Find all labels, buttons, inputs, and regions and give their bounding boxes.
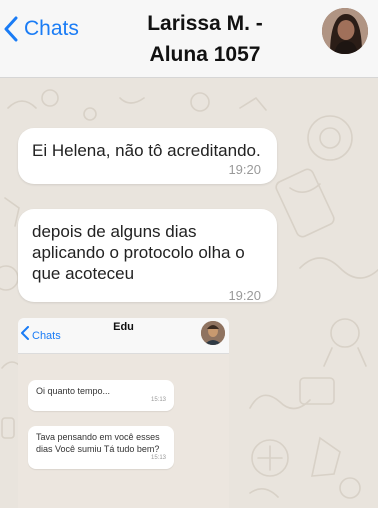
chat-area[interactable]: Ei Helena, não tô acreditando. 19:20 dep…: [0, 78, 378, 508]
back-label: Chats: [24, 17, 79, 40]
image-message[interactable]: Chats Edu Oi quanto tempo... 15:13 Tava …: [18, 318, 229, 508]
avatar[interactable]: [322, 8, 368, 54]
back-button[interactable]: Chats: [4, 16, 79, 42]
message-text: Ei Helena, não tô acreditando.: [32, 141, 261, 160]
message-bubble[interactable]: depois de alguns dias aplicando o protoc…: [18, 209, 277, 303]
screenshot-header: Chats Edu: [18, 318, 229, 354]
message-time: 19:20: [228, 288, 261, 303]
message-time: 19:20: [228, 162, 261, 177]
screenshot-message-time: 15:13: [150, 397, 166, 403]
screenshot-message-text: Tava pensando em você esses dias Você su…: [36, 432, 160, 454]
message-text: depois de alguns dias aplicando o protoc…: [32, 222, 245, 283]
screenshot-message-bubble: Tava pensando em você esses dias Você su…: [28, 426, 174, 469]
screenshot-avatar: [201, 321, 225, 345]
screenshot-message-text: Oi quanto tempo...: [36, 386, 111, 396]
screenshot-message-bubble: Oi quanto tempo... 15:13: [28, 380, 174, 411]
chat-header: Chats Larissa M. - Aluna 1057: [0, 0, 378, 78]
chevron-left-icon: [4, 16, 18, 42]
contact-name-line1: Larissa M. -: [147, 12, 263, 35]
message-bubble[interactable]: Ei Helena, não tô acreditando. 19:20: [18, 128, 277, 184]
screenshot-message-time: 15:13: [150, 455, 166, 461]
contact-name-line2: Aluna 1057: [149, 43, 261, 66]
screenshot-contact-name: Edu: [113, 321, 134, 333]
contact-name[interactable]: Larissa M. - Aluna 1057: [130, 8, 280, 70]
